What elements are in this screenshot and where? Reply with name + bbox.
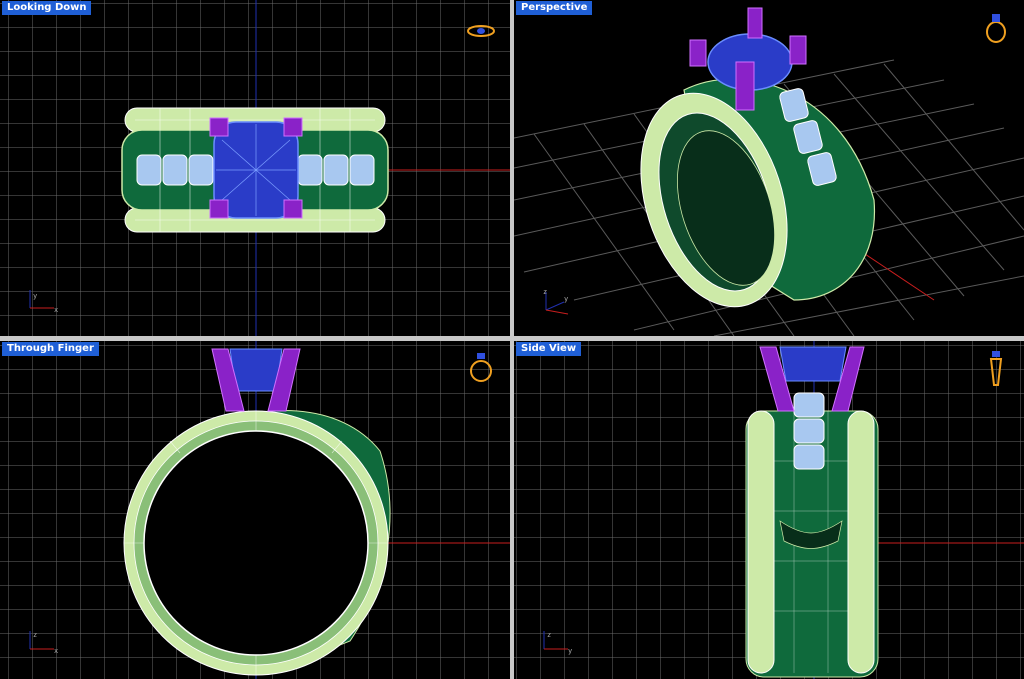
axis-label-x: x [54,306,58,314]
viewport-through-finger[interactable]: Through Finger z x [0,341,510,679]
viewport-perspective[interactable]: Perspective z y [514,0,1024,336]
ring-top-icon[interactable] [466,22,496,40]
axis-indicator-front: z x [29,631,58,655]
axis-label-y: y [564,295,568,303]
ring-perspective-icon[interactable] [982,10,1010,44]
through-finger-scene [0,341,510,679]
center-gem [779,346,847,382]
viewport-looking-down[interactable]: Looking Down y x [0,0,510,336]
ring-perspective-view [640,7,876,308]
viewport-title-side-view[interactable]: Side View [516,342,582,356]
axis-indicator-top: y x [29,290,58,314]
viewport-side-view[interactable]: Side View z y [514,341,1024,679]
side-stones [793,392,825,470]
center-gem [229,348,283,392]
ring-top-view [121,107,389,233]
side-view-scene [514,341,1024,679]
axis-label-z: z [543,288,547,296]
ring-side-icon[interactable] [986,349,1006,389]
axis-label-y: y [568,647,572,655]
axis-label-x: x [54,647,58,655]
axis-label-y: y [33,292,37,300]
axis-indicator-perspective: z y [543,288,568,315]
looking-down-scene [0,0,510,336]
viewport-title-looking-down[interactable]: Looking Down [2,1,92,15]
viewport-title-perspective[interactable]: Perspective [516,1,593,15]
viewport-title-through-finger[interactable]: Through Finger [2,342,99,356]
perspective-scene [514,7,1024,336]
axis-label-z: z [547,631,551,639]
axis-indicator-side: z y [543,631,572,655]
ring-front-icon[interactable] [466,349,496,383]
axis-label-z: z [33,631,37,639]
